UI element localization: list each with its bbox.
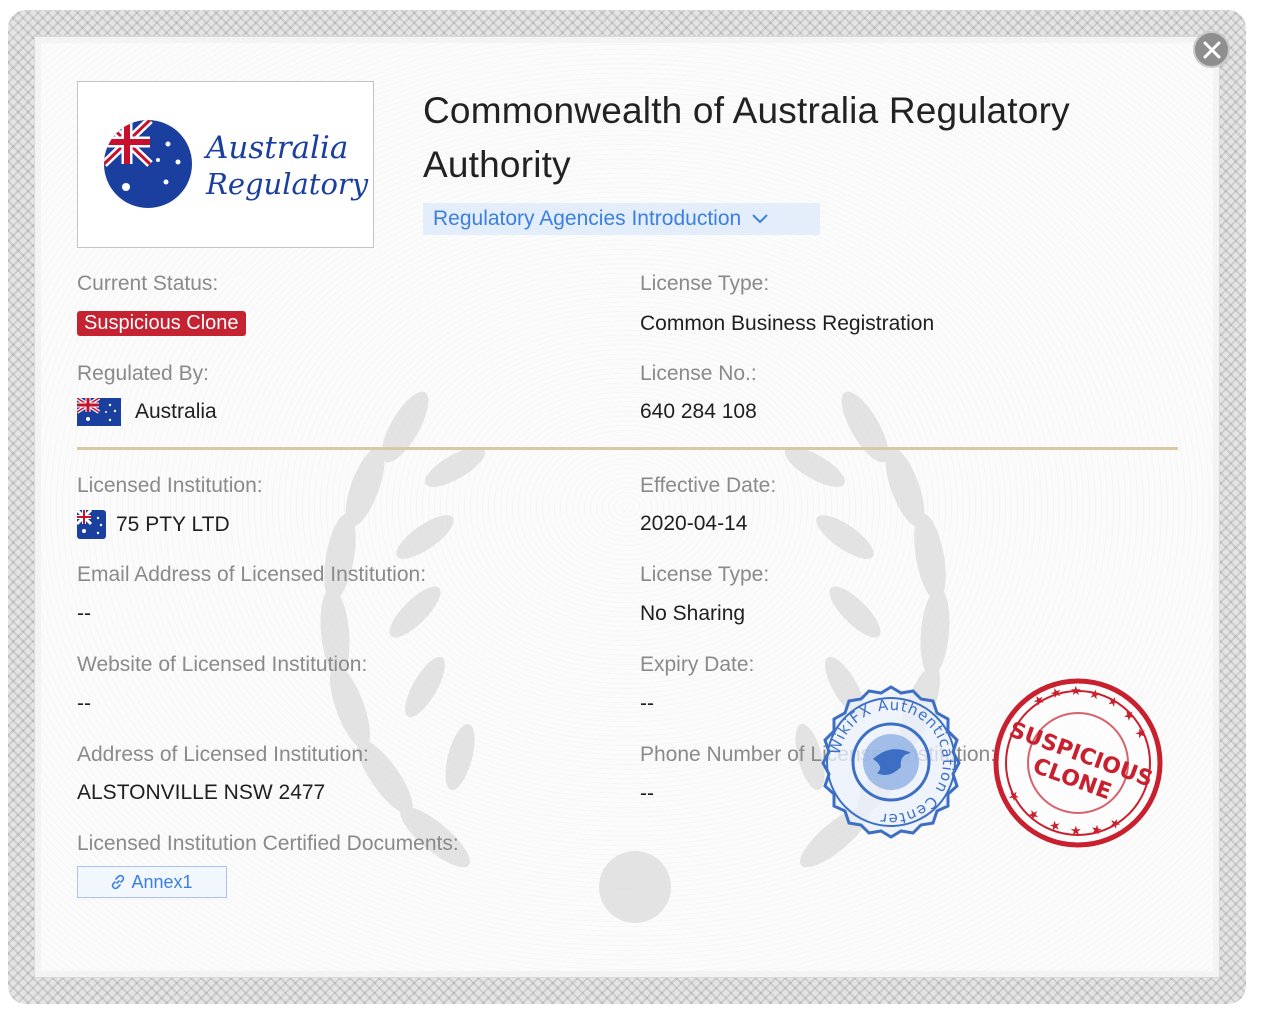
documents-label: Licensed Institution Certified Documents…: [77, 832, 459, 855]
licensed-institution-label: Licensed Institution:: [77, 474, 263, 497]
licensed-institution-value: 75 PTY LTD: [116, 512, 230, 536]
current-status-label: Current Status:: [77, 272, 219, 295]
close-button[interactable]: [1193, 31, 1230, 68]
license-type-2-value: No Sharing: [640, 602, 746, 625]
regulated-by-label: Regulated By:: [77, 362, 209, 385]
laurel-wreath-watermark: [320, 391, 950, 923]
license-no-value: 640 284 108: [640, 400, 757, 423]
australia-regulatory-logo: Australia Regulatory: [104, 120, 369, 208]
website-value: --: [77, 692, 91, 715]
regulated-by-value: Australia: [135, 400, 217, 423]
chevron-down-icon: [752, 214, 768, 224]
regulated-by-row: Australia: [77, 398, 217, 426]
australia-flag-icon: [77, 510, 106, 539]
license-no-label: License No.:: [640, 362, 757, 385]
annex1-link-button[interactable]: Annex1: [77, 866, 227, 898]
address-label: Address of Licensed Institution:: [77, 743, 369, 766]
link-icon: [112, 875, 125, 889]
authentication-stamp: WikiFX Authentication Center: [821, 685, 961, 839]
address-value: ALSTONVILLE NSW 2477: [77, 781, 326, 804]
license-type-label: License Type:: [640, 272, 770, 295]
effective-date-value: 2020-04-14: [640, 512, 748, 535]
svg-text:★: ★: [1070, 824, 1082, 839]
logo-line2: Regulatory: [205, 167, 369, 201]
license-type-2-label: License Type:: [640, 563, 770, 586]
email-value: --: [77, 602, 91, 625]
svg-text:★: ★: [1070, 684, 1082, 699]
suspicious-clone-stamp: ★ ★ ★ ★ ★ ★ ★ ★ ★ ★ ★ ★ ★ SUSPICIOUS CLO…: [993, 678, 1163, 848]
expiry-date-label: Expiry Date:: [640, 653, 755, 676]
status-badge: Suspicious Clone: [77, 311, 246, 336]
regulator-logo: Australia Regulatory: [77, 81, 374, 248]
section-divider: [77, 447, 1178, 450]
expiry-date-value: --: [640, 692, 654, 715]
page-title: Commonwealth of Australia Regulatory Aut…: [423, 90, 1070, 185]
effective-date-label: Effective Date:: [640, 474, 777, 497]
licensed-institution-row: 75 PTY LTD: [77, 510, 230, 539]
email-label: Email Address of Licensed Institution:: [77, 563, 427, 586]
license-type-value: Common Business Registration: [640, 312, 935, 335]
annex1-label: Annex1: [131, 871, 193, 892]
australia-flag-icon: [77, 398, 121, 426]
close-icon: [1203, 41, 1220, 58]
website-label: Website of Licensed Institution:: [77, 653, 368, 676]
logo-line1: Australia: [203, 130, 348, 166]
phone-value: --: [640, 782, 654, 805]
intro-label: Regulatory Agencies Introduction: [433, 207, 742, 230]
regulatory-intro-dropdown[interactable]: Regulatory Agencies Introduction: [423, 203, 820, 235]
